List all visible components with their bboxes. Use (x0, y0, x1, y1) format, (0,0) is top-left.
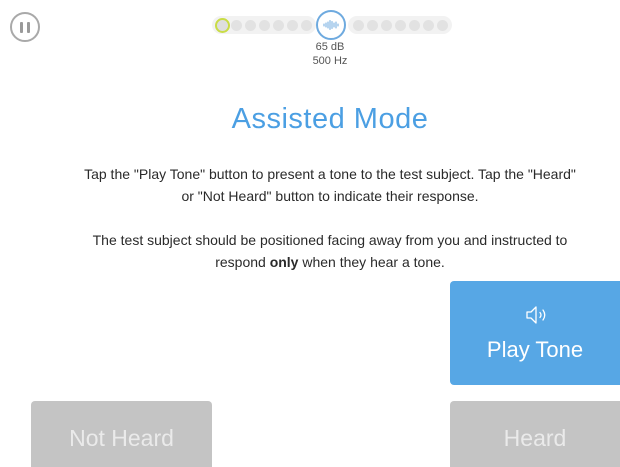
progress-dot (408, 19, 420, 31)
progress-dot (286, 19, 298, 31)
pause-button[interactable] (10, 12, 40, 42)
progress-dot (258, 19, 270, 31)
progress-dot (352, 19, 364, 31)
sound-wave-icon (316, 10, 346, 40)
progress-dot (230, 19, 242, 31)
instruction-text-2-end: when they hear a tone. (298, 254, 445, 270)
play-tone-label: Play Tone (486, 337, 584, 362)
not-heard-button[interactable]: Not Heard (31, 401, 212, 467)
frequency-readout: 500 Hz (312, 55, 348, 67)
instruction-text-1: Tap the "Play Tone" button to present a … (84, 166, 576, 204)
instruction-emphasis: only (269, 254, 299, 270)
progress-dot (380, 19, 392, 31)
level-readout: 65 dB (315, 41, 345, 53)
progress-track-left (212, 16, 316, 34)
progress-dot (272, 19, 284, 31)
progress-track-right (348, 16, 452, 34)
heard-button[interactable]: Heard (450, 401, 620, 467)
pause-icon (20, 21, 23, 33)
instruction-text-2: The test subject should be positioned fa… (80, 229, 580, 273)
progress-dot (366, 19, 378, 31)
heard-label: Heard (503, 425, 567, 451)
speaker-icon (526, 306, 546, 324)
play-tone-button[interactable]: Play Tone (450, 281, 620, 385)
progress-dot (422, 19, 434, 31)
progress-dot (394, 19, 406, 31)
test-progress-indicator (212, 10, 452, 40)
page-title: Assisted Mode (231, 103, 429, 135)
pause-icon-bar (27, 21, 30, 33)
progress-dot (436, 19, 448, 31)
progress-dot (244, 19, 256, 31)
progress-dot-completed (216, 19, 228, 31)
not-heard-label: Not Heard (69, 425, 174, 451)
progress-dot (300, 19, 312, 31)
